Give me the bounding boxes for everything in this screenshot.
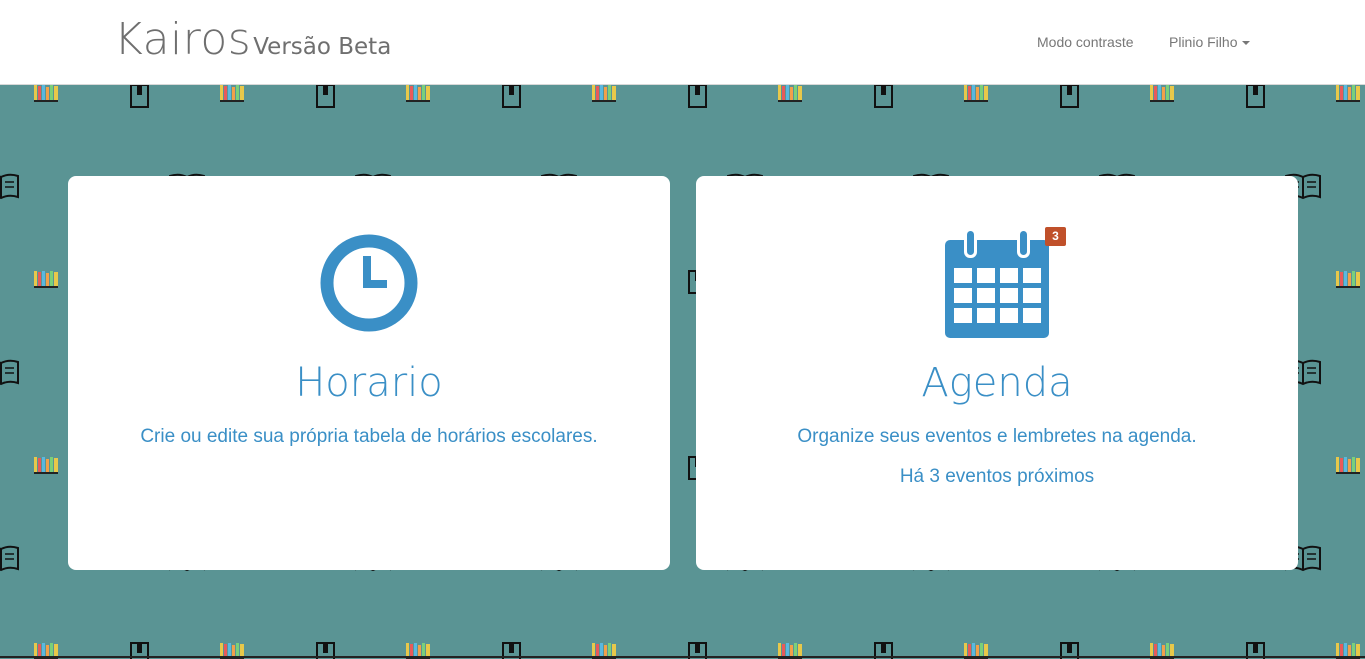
contrast-mode-link[interactable]: Modo contraste (1037, 34, 1134, 50)
book-pattern-icon (502, 85, 521, 108)
calendar-icon (945, 228, 1049, 338)
books-pattern-icon (34, 457, 58, 474)
books-pattern-icon (1336, 271, 1360, 288)
books-pattern-icon (406, 85, 430, 102)
books-pattern-icon (34, 85, 58, 102)
books-pattern-icon (964, 85, 988, 102)
agenda-description: Organize seus eventos e lembretes na age… (797, 426, 1197, 447)
horario-description: Crie ou edite sua própria tabela de horá… (140, 426, 598, 447)
agenda-card[interactable]: 3 Agenda Organize seus eventos e lembret… (696, 176, 1298, 570)
version-label: Versão Beta (253, 34, 392, 60)
top-navbar: KairosVersão Beta Modo contraste Plinio … (0, 0, 1365, 85)
user-name: Plinio Filho (1169, 34, 1238, 50)
brand-logo[interactable]: KairosVersão Beta (114, 14, 391, 65)
book-pattern-icon (316, 85, 335, 108)
user-menu-dropdown[interactable]: Plinio Filho (1169, 34, 1251, 50)
open-book-pattern-icon (0, 359, 19, 385)
open-book-pattern-icon (0, 173, 19, 199)
books-pattern-icon (1150, 85, 1174, 102)
open-book-pattern-icon (0, 545, 19, 571)
books-pattern-icon (592, 85, 616, 102)
book-pattern-icon (1060, 85, 1079, 108)
book-pattern-icon (130, 85, 149, 108)
clock-icon (320, 234, 418, 332)
books-pattern-icon (34, 271, 58, 288)
book-pattern-icon (1246, 85, 1265, 108)
bottom-divider (0, 656, 1365, 658)
books-pattern-icon (778, 85, 802, 102)
horario-card[interactable]: Horario Crie ou edite sua própria tabela… (68, 176, 670, 570)
book-pattern-icon (874, 85, 893, 108)
books-pattern-icon (1336, 85, 1360, 102)
book-pattern-icon (688, 85, 707, 108)
upcoming-events-text: Há 3 eventos próximos (899, 466, 1095, 487)
books-pattern-icon (220, 85, 244, 102)
brand-name: Kairos (114, 14, 252, 65)
events-count-badge: 3 (1045, 227, 1066, 246)
horario-title: Horario (295, 360, 443, 406)
agenda-title: Agenda (921, 360, 1073, 406)
books-pattern-icon (1336, 457, 1360, 474)
caret-down-icon (1242, 41, 1251, 46)
